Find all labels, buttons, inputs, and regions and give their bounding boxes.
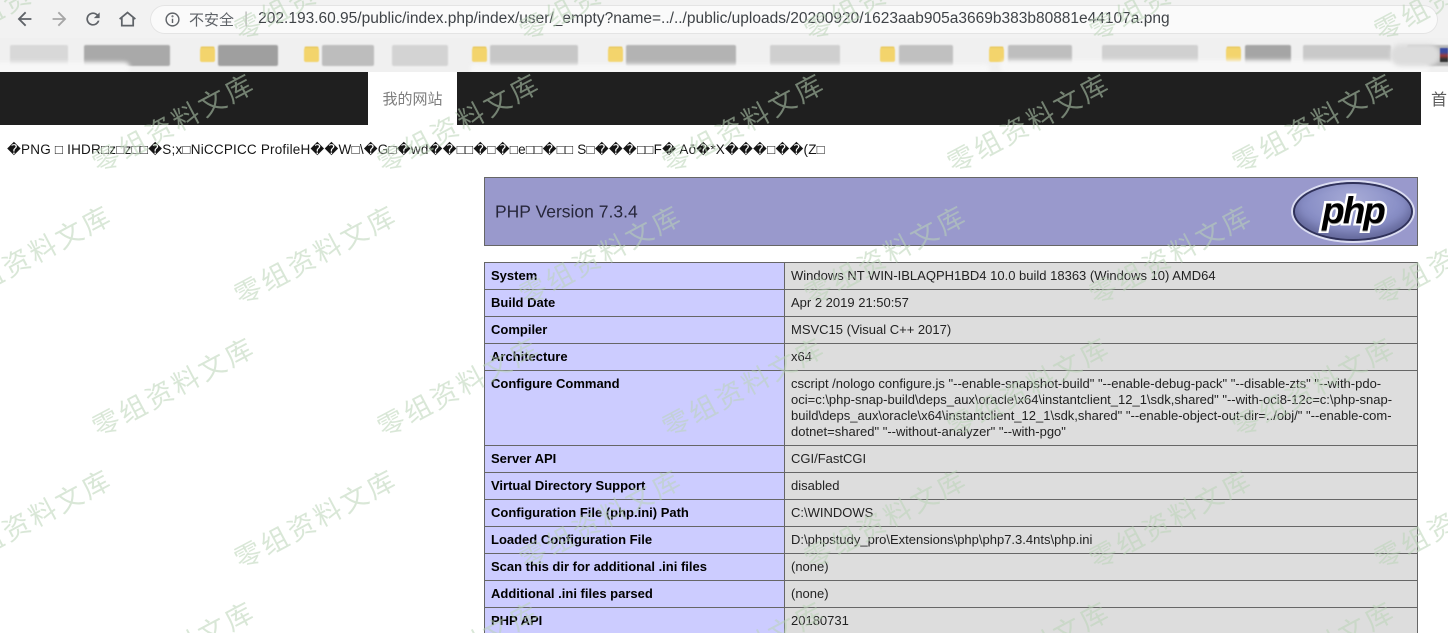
phpinfo-row-label: Configure Command xyxy=(485,371,785,446)
phpinfo-row-label: System xyxy=(485,263,785,290)
watermark-text: 零组资料文库 xyxy=(0,194,119,313)
redacted-bookmark[interactable] xyxy=(322,45,374,66)
bookmark-folder-icon[interactable] xyxy=(304,48,319,62)
phpinfo-row-label: Loaded Configuration File xyxy=(485,527,785,554)
bookmark-folder-icon[interactable] xyxy=(989,48,1004,62)
phpinfo-row-label: Compiler xyxy=(485,317,785,344)
phpinfo-row: Configure Command cscript /nologo config… xyxy=(485,371,1418,446)
watermark-text: 零组资料文库 xyxy=(226,194,403,313)
site-nav-bar: 我的网站 xyxy=(0,72,1421,125)
phpinfo-row-value: (none) xyxy=(785,581,1418,608)
redaction-smudge xyxy=(470,64,990,72)
phpinfo-row: Loaded Configuration File D:\phpstudy_pr… xyxy=(485,527,1418,554)
forward-button[interactable] xyxy=(42,4,76,34)
redacted-bookmark[interactable] xyxy=(770,45,840,66)
garbled-png-text: �PNG □ IHDR□z□z□□�S;x□NiCCPICC ProfileH�… xyxy=(7,142,825,158)
redacted-bookmark[interactable] xyxy=(626,45,736,66)
phpinfo-row-value: Windows NT WIN-IBLAQPH1BD4 10.0 build 18… xyxy=(785,263,1418,290)
phpinfo-row-label: Scan this dir for additional .ini files xyxy=(485,554,785,581)
site-tab-label: 我的网站 xyxy=(382,88,442,109)
php-version-title: PHP Version 7.3.4 xyxy=(495,201,638,222)
php-logo-icon: php xyxy=(1293,182,1413,241)
phpinfo-row: Scan this dir for additional .ini files … xyxy=(485,554,1418,581)
back-button[interactable] xyxy=(8,4,42,34)
phpinfo-row-value: D:\phpstudy_pro\Extensions\php\php7.3.4n… xyxy=(785,527,1418,554)
watermark-text: 零组资料文库 xyxy=(0,458,119,577)
redacted-bookmark[interactable] xyxy=(490,45,578,66)
phpinfo-row-label: Build Date xyxy=(485,290,785,317)
phpinfo-row-value: 20180731 xyxy=(785,608,1418,633)
address-bar[interactable]: 不安全 | 202.193.60.95/public/index.php/ind… xyxy=(150,5,1438,34)
phpinfo-row-value: (none) xyxy=(785,554,1418,581)
watermark-text: 零组资料文库 xyxy=(84,590,261,633)
redacted-bookmark[interactable] xyxy=(218,45,278,66)
info-icon[interactable] xyxy=(164,11,181,28)
redacted-bookmark[interactable] xyxy=(392,45,448,66)
cutoff-bookmark-icon[interactable] xyxy=(1440,48,1448,62)
redaction-smudge xyxy=(1390,44,1440,66)
phpinfo-row-value: C:\WINDOWS xyxy=(785,500,1418,527)
redaction-smudge xyxy=(0,62,130,72)
site-tab-my-website[interactable]: 我的网站 xyxy=(368,72,457,125)
phpinfo-row-value: Apr 2 2019 21:50:57 xyxy=(785,290,1418,317)
phpinfo-row: System Windows NT WIN-IBLAQPH1BD4 10.0 b… xyxy=(485,263,1418,290)
bookmark-folder-icon[interactable] xyxy=(472,48,487,62)
phpinfo-row-label: Server API xyxy=(485,446,785,473)
phpinfo-table-body: System Windows NT WIN-IBLAQPH1BD4 10.0 b… xyxy=(485,263,1418,633)
redacted-bookmark[interactable] xyxy=(899,45,953,66)
phpinfo-row: Architecture x64 xyxy=(485,344,1418,371)
phpinfo-row: Virtual Directory Support disabled xyxy=(485,473,1418,500)
phpinfo-row-label: Virtual Directory Support xyxy=(485,473,785,500)
phpinfo-row-value: CGI/FastCGI xyxy=(785,446,1418,473)
nav-link-home-partial[interactable]: 首 xyxy=(1431,86,1447,110)
phpinfo-row-label: Configuration File (php.ini) Path xyxy=(485,500,785,527)
bookmark-folder-icon[interactable] xyxy=(880,48,895,62)
bookmarks-bar xyxy=(0,38,1448,72)
phpinfo-row-value: MSVC15 (Visual C++ 2017) xyxy=(785,317,1418,344)
redaction-smudge xyxy=(1000,60,1430,72)
refresh-icon xyxy=(83,9,103,29)
phpinfo-panel: PHP Version 7.3.4 php System Windows NT … xyxy=(484,177,1418,633)
phpinfo-row: Server API CGI/FastCGI xyxy=(485,446,1418,473)
home-icon xyxy=(117,9,138,30)
forward-arrow-icon xyxy=(48,8,70,30)
watermark-text: 零组资料文库 xyxy=(226,458,403,577)
phpinfo-row: Additional .ini files parsed (none) xyxy=(485,581,1418,608)
bookmark-folder-icon[interactable] xyxy=(200,48,215,62)
home-button[interactable] xyxy=(110,4,144,34)
url-text[interactable]: 202.193.60.95/public/index.php/index/use… xyxy=(258,10,1169,28)
phpinfo-row-label: Additional .ini files parsed xyxy=(485,581,785,608)
phpinfo-row: Compiler MSVC15 (Visual C++ 2017) xyxy=(485,317,1418,344)
phpinfo-row-value: disabled xyxy=(785,473,1418,500)
browser-toolbar: 不安全 | 202.193.60.95/public/index.php/ind… xyxy=(0,0,1448,38)
phpinfo-row: Build Date Apr 2 2019 21:50:57 xyxy=(485,290,1418,317)
back-arrow-icon xyxy=(14,8,36,30)
phpinfo-row-value: x64 xyxy=(785,344,1418,371)
php-logo-text: php xyxy=(1322,190,1384,232)
phpinfo-row: Configuration File (php.ini) Path C:\WIN… xyxy=(485,500,1418,527)
bookmark-folder-icon[interactable] xyxy=(608,48,623,62)
phpinfo-row: PHP API 20180731 xyxy=(485,608,1418,633)
phpinfo-row-label: PHP API xyxy=(485,608,785,633)
security-status-label[interactable]: 不安全 xyxy=(189,9,234,30)
phpinfo-row-label: Architecture xyxy=(485,344,785,371)
phpinfo-header: PHP Version 7.3.4 php xyxy=(484,177,1418,246)
phpinfo-row-value: cscript /nologo configure.js "--enable-s… xyxy=(785,371,1418,446)
address-separator: | xyxy=(244,10,248,28)
refresh-button[interactable] xyxy=(76,4,110,34)
watermark-text: 零组资料文库 xyxy=(84,326,261,445)
phpinfo-table: System Windows NT WIN-IBLAQPH1BD4 10.0 b… xyxy=(484,262,1418,633)
